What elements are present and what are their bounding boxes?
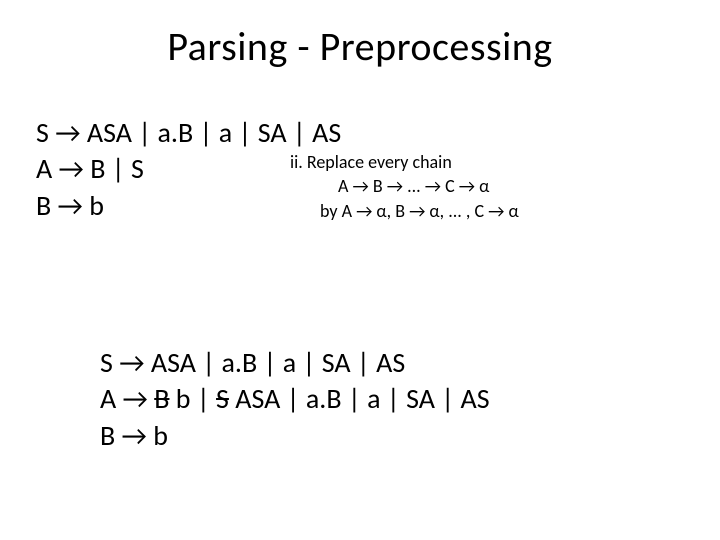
line2-mid1: b | xyxy=(169,381,216,416)
grammar-bottom-block: S → ASA | a.B | a | SA | AS A → B b | S … xyxy=(100,345,490,454)
line2-strike-B: B xyxy=(154,381,169,416)
slide: Parsing - Preprocessing S → ASA | a.B | … xyxy=(0,0,720,540)
note-block: ii. Replace every chain A → B → ... → C … xyxy=(290,150,519,223)
grammar-bottom-line-1: S → ASA | a.B | a | SA | AS xyxy=(100,345,490,381)
note-line-2: A → B → ... → C → α xyxy=(290,174,519,198)
line2-strike-S: S xyxy=(216,381,229,416)
note-line-3: by A → α, B → α, ... , C → α xyxy=(290,199,519,223)
grammar-bottom-line-2: A → B b | S ASA | a.B | a | SA | AS xyxy=(100,381,490,417)
line2-pre: A → xyxy=(100,381,154,416)
grammar-top-line-1: S → ASA | a.B | a | SA | AS xyxy=(36,115,341,151)
page-title: Parsing - Preprocessing xyxy=(0,22,720,71)
grammar-bottom-line-3: B → b xyxy=(100,418,490,454)
note-line-1: ii. Replace every chain xyxy=(290,150,519,174)
line2-rest: ASA | a.B | a | SA | AS xyxy=(229,381,490,416)
